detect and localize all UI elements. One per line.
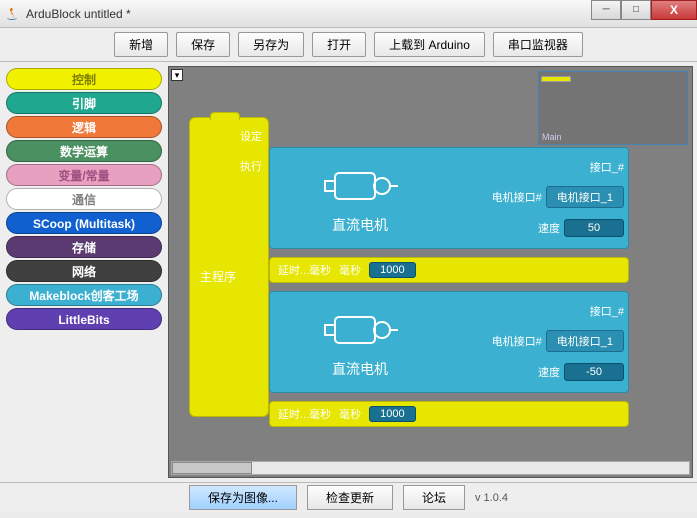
motor-name: 直流电机 (332, 215, 388, 235)
param-motorport-label: 电机接口# (492, 333, 542, 349)
open-button[interactable]: 打开 (312, 32, 366, 57)
save-button[interactable]: 保存 (176, 32, 230, 57)
scroll-thumb[interactable] (172, 462, 252, 474)
category-控制[interactable]: 控制 (6, 68, 162, 90)
close-button[interactable]: X (651, 0, 697, 20)
titlebar: ArduBlock untitled * ─ □ X (0, 0, 697, 28)
param-speed-label: 速度 (538, 220, 560, 236)
delay-unit: 毫秒 (339, 262, 361, 278)
param-port-label: 接口_# (590, 159, 624, 175)
category-变量/常量[interactable]: 变量/常量 (6, 164, 162, 186)
category-Makeblock创客工场[interactable]: Makeblock创客工场 (6, 284, 162, 306)
toolbar: 新增 保存 另存为 打开 上载到 Arduino 串口监视器 (0, 28, 697, 62)
save-image-button[interactable]: 保存为图像... (189, 485, 297, 510)
param-port-label: 接口_# (590, 303, 624, 319)
motorport-value[interactable]: 电机接口_1 (546, 330, 624, 352)
canvas[interactable]: ▾ Main 设定 执行 主程序 直流电机 (168, 66, 693, 478)
dc-motor-block-1[interactable]: 直流电机 接口_# 电机接口#电机接口_1 速度50 (269, 147, 629, 249)
dc-motor-block-2[interactable]: 直流电机 接口_# 电机接口#电机接口_1 速度-50 (269, 291, 629, 393)
category-通信[interactable]: 通信 (6, 188, 162, 210)
speed-value-1[interactable]: 50 (564, 219, 624, 237)
setup-label: 设定 (240, 128, 262, 144)
minimize-button[interactable]: ─ (591, 0, 621, 20)
minimap-label: Main (542, 132, 562, 142)
category-网络[interactable]: 网络 (6, 260, 162, 282)
upload-button[interactable]: 上载到 Arduino (374, 32, 485, 57)
minimap[interactable]: Main (538, 71, 688, 145)
delay-label: 延时...毫秒 (278, 262, 331, 278)
category-存储[interactable]: 存储 (6, 236, 162, 258)
exec-label: 执行 (240, 158, 262, 174)
java-icon (4, 6, 20, 22)
category-数学运算[interactable]: 数学运算 (6, 140, 162, 162)
version-label: v 1.0.4 (475, 492, 508, 504)
maximize-button[interactable]: □ (621, 0, 651, 20)
motorport-value[interactable]: 电机接口_1 (546, 186, 624, 208)
delay-value-1[interactable]: 1000 (369, 262, 415, 278)
horizontal-scrollbar[interactable] (171, 461, 690, 475)
main-program-label: 主程序 (200, 268, 236, 285)
delay-block-2[interactable]: 延时...毫秒 毫秒 1000 (269, 401, 629, 427)
motor-icon (320, 161, 400, 211)
category-LittleBits[interactable]: LittleBits (6, 308, 162, 330)
serial-button[interactable]: 串口监视器 (493, 32, 583, 57)
block-palette: 控制引脚逻辑数学运算变量/常量通信SCoop (Multitask)存储网络Ma… (4, 66, 164, 478)
delay-value-2[interactable]: 1000 (369, 406, 415, 422)
new-button[interactable]: 新增 (114, 32, 168, 57)
forum-button[interactable]: 论坛 (403, 485, 465, 510)
param-speed-label: 速度 (538, 364, 560, 380)
saveas-button[interactable]: 另存为 (238, 32, 304, 57)
minimap-block (541, 76, 571, 82)
delay-unit: 毫秒 (339, 406, 361, 422)
speed-value-2[interactable]: -50 (564, 363, 624, 381)
category-引脚[interactable]: 引脚 (6, 92, 162, 114)
motor-icon (320, 305, 400, 355)
main-program-block[interactable]: 设定 执行 主程序 直流电机 接口_# 电机接口#电机 (189, 117, 269, 417)
category-SCoop (Multitask)[interactable]: SCoop (Multitask) (6, 212, 162, 234)
statusbar: 保存为图像... 检查更新 论坛 v 1.0.4 (0, 482, 697, 512)
check-update-button[interactable]: 检查更新 (307, 485, 393, 510)
delay-label: 延时...毫秒 (278, 406, 331, 422)
motor-name: 直流电机 (332, 359, 388, 379)
delay-block-1[interactable]: 延时...毫秒 毫秒 1000 (269, 257, 629, 283)
window-title: ArduBlock untitled * (26, 7, 131, 21)
category-逻辑[interactable]: 逻辑 (6, 116, 162, 138)
param-motorport-label: 电机接口# (492, 189, 542, 205)
collapse-icon[interactable]: ▾ (171, 69, 183, 81)
